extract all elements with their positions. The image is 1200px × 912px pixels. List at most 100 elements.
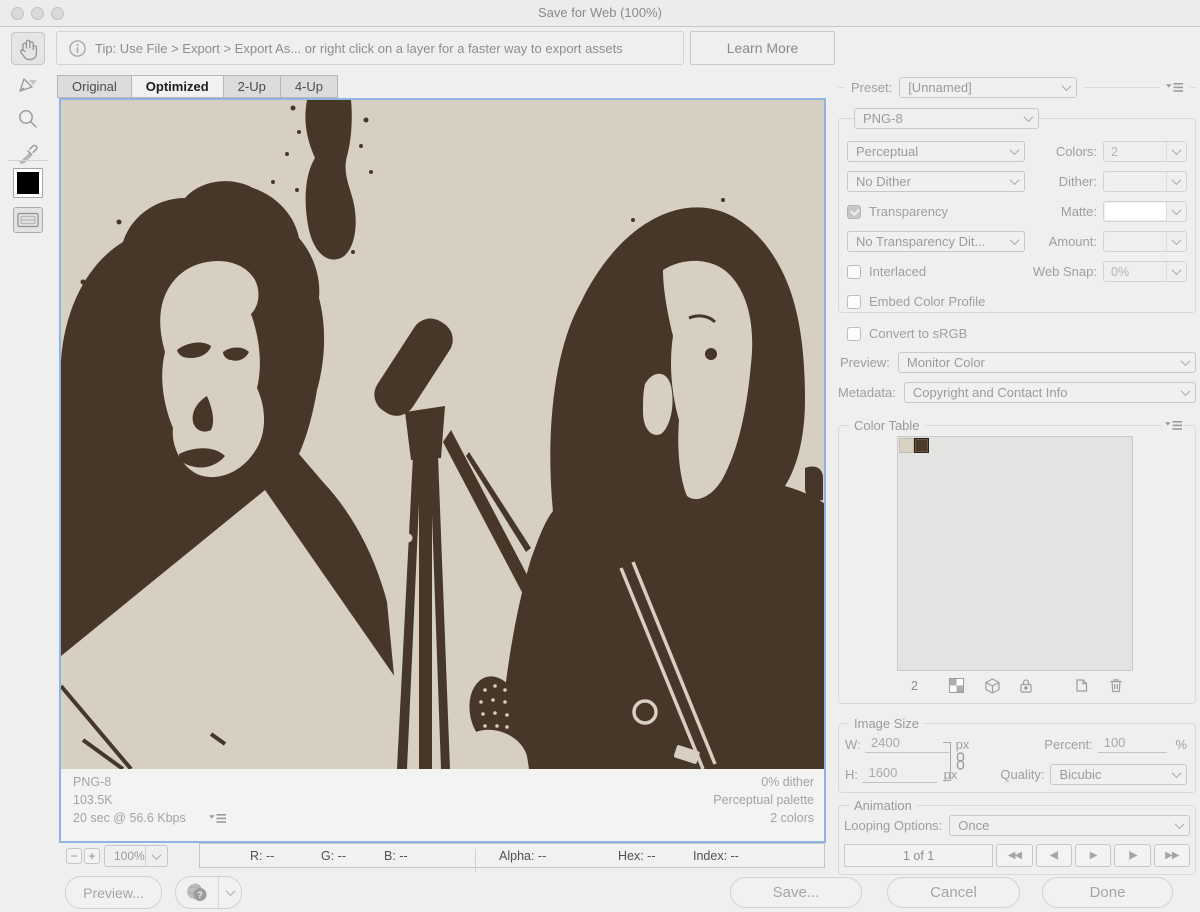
zoom-out-button[interactable]: − <box>66 848 82 864</box>
width-input[interactable]: 2400 <box>865 735 949 753</box>
matte-select[interactable] <box>1103 201 1187 222</box>
tab-optimized[interactable]: Optimized <box>131 75 224 98</box>
transparency-checkbox[interactable] <box>847 205 861 219</box>
zoom-level-dropdown-button[interactable] <box>145 846 167 866</box>
preset-select[interactable]: [Unnamed] <box>899 77 1077 98</box>
preview-row: Preview: Monitor Color <box>838 352 1196 373</box>
browser-preview-icon[interactable]: ? <box>176 877 218 908</box>
percent-input[interactable]: 100 <box>1098 735 1168 753</box>
chevron-down-icon <box>1175 359 1195 366</box>
preview-mode-select[interactable]: Monitor Color <box>898 352 1196 373</box>
chevron-down-icon <box>1169 822 1189 829</box>
delete-color-button[interactable] <box>1109 678 1123 693</box>
map-transparency-button[interactable] <box>949 678 964 693</box>
toggle-slices-visibility-button[interactable] <box>13 207 43 233</box>
link-chain-icon <box>955 752 966 770</box>
status-format: PNG-8 <box>73 773 186 791</box>
next-frame-button[interactable]: |▶ <box>1114 844 1150 867</box>
zoom-tool[interactable] <box>14 105 42 133</box>
color-swatch-2[interactable] <box>914 438 929 453</box>
metadata-select[interactable]: Copyright and Contact Info <box>904 382 1196 403</box>
transparency-dither-select[interactable]: No Transparency Dit... <box>847 231 1025 252</box>
quality-select[interactable]: Bicubic <box>1050 764 1187 785</box>
new-color-button[interactable] <box>1074 678 1088 693</box>
zoom-level-value: 100% <box>105 849 145 863</box>
color-readout-bar: R: -- G: -- B: -- Alpha: -- Hex: -- Inde… <box>199 843 825 868</box>
status-right-column: 0% dither Perceptual palette 2 colors <box>713 773 814 827</box>
preview-in-browser-button[interactable]: Preview... <box>65 876 162 909</box>
palette-row: Perceptual Colors: 2 <box>847 141 1187 162</box>
interlaced-row: Interlaced Web Snap: 0% <box>847 261 1187 282</box>
browser-select-dropdown-button[interactable] <box>218 877 241 908</box>
transparency-dither-value: No Transparency Dit... <box>848 234 1004 249</box>
eyedropper-tool[interactable] <box>14 139 42 167</box>
transparency-dither-row: No Transparency Dit... Amount: <box>847 231 1187 252</box>
amount-select[interactable] <box>1103 231 1187 252</box>
tab-2up[interactable]: 2-Up <box>223 75 281 98</box>
transparency-row: Transparency Matte: <box>847 201 1187 222</box>
optimized-preview-pane[interactable]: PNG-8 103.5K 20 sec @ 56.6 Kbps 0% dithe… <box>59 98 826 843</box>
color-table-menu-button[interactable] <box>1162 420 1185 431</box>
zoom-level-select[interactable]: 100% <box>104 845 168 867</box>
last-frame-button[interactable]: ▶▶ <box>1154 844 1190 867</box>
play-button[interactable]: ▶ <box>1075 844 1111 867</box>
height-input[interactable]: 1600 <box>862 765 936 783</box>
hand-tool-icon <box>16 37 40 61</box>
dither-method-select[interactable]: No Dither <box>847 171 1025 192</box>
constrain-proportions-toggle[interactable] <box>955 752 966 770</box>
web-snap-label: Web Snap: <box>1033 264 1103 279</box>
zoom-in-button[interactable]: + <box>84 848 100 864</box>
tab-original[interactable]: Original <box>57 75 132 98</box>
download-speed-menu-button[interactable] <box>209 813 226 824</box>
image-size-group: Image Size W: 2400 px Percent: 100 % H: … <box>838 723 1196 793</box>
status-dither: 0% dither <box>713 773 814 791</box>
zoom-tool-icon <box>16 107 40 131</box>
convert-srgb-checkbox[interactable] <box>847 327 861 341</box>
looping-options-select[interactable]: Once <box>949 815 1190 836</box>
hand-tool[interactable] <box>11 32 45 65</box>
dither-amount-select[interactable] <box>1103 171 1187 192</box>
status-filesize: 103.5K <box>73 791 186 809</box>
eyedropper-color-swatch[interactable] <box>13 168 43 198</box>
quality-label: Quality: <box>1000 767 1044 782</box>
lock-color-button[interactable] <box>1019 678 1033 693</box>
readout-hex: Hex: -- <box>618 849 656 863</box>
embed-color-profile-checkbox[interactable] <box>847 295 861 309</box>
divider <box>838 87 844 88</box>
interlaced-checkbox[interactable] <box>847 265 861 279</box>
embed-profile-row: Embed Color Profile <box>847 291 1187 312</box>
tab-4up[interactable]: 4-Up <box>280 75 338 98</box>
slice-select-tool[interactable] <box>14 72 42 100</box>
first-frame-button[interactable]: ◀◀ <box>996 844 1032 867</box>
chevron-down-icon <box>1018 115 1038 122</box>
browser-preview-split-button[interactable]: ? <box>175 876 242 909</box>
chevron-down-icon <box>1166 771 1186 778</box>
colors-select[interactable]: 2 <box>1103 141 1187 162</box>
chevron-down-icon <box>152 850 162 860</box>
format-settings-group: PNG-8 Perceptual Colors: 2 No Dither Dit… <box>838 118 1196 313</box>
dither-method-value: No Dither <box>848 174 1004 189</box>
done-button[interactable]: Done <box>1042 877 1173 908</box>
chevron-down-icon <box>1166 232 1186 251</box>
width-unit: px <box>956 737 970 752</box>
previous-frame-button[interactable]: ◀| <box>1036 844 1072 867</box>
color-table-swatches[interactable] <box>897 436 1133 671</box>
format-select[interactable]: PNG-8 <box>854 108 1039 129</box>
palette-select[interactable]: Perceptual <box>847 141 1025 162</box>
settings-panel: Preset: [Unnamed] PNG-8 Perceptual Color… <box>838 70 1196 875</box>
color-table-title: Color Table <box>849 418 925 433</box>
web-snap-value: 0% <box>1104 265 1166 279</box>
lock-icon <box>1019 678 1033 693</box>
preset-menu-button[interactable] <box>1166 82 1183 93</box>
web-snap-select[interactable]: 0% <box>1103 261 1187 282</box>
toolbar-divider <box>8 160 48 161</box>
color-swatch-1[interactable] <box>899 438 914 453</box>
preset-label: Preset: <box>851 80 892 95</box>
optimized-image-preview[interactable] <box>61 100 824 769</box>
cancel-button[interactable]: Cancel <box>887 877 1020 908</box>
black-swatch <box>17 172 39 194</box>
chevron-down-icon <box>1004 148 1024 155</box>
save-button[interactable]: Save... <box>730 877 862 908</box>
web-shift-button[interactable] <box>985 678 1000 694</box>
learn-more-button[interactable]: Learn More <box>690 31 835 65</box>
